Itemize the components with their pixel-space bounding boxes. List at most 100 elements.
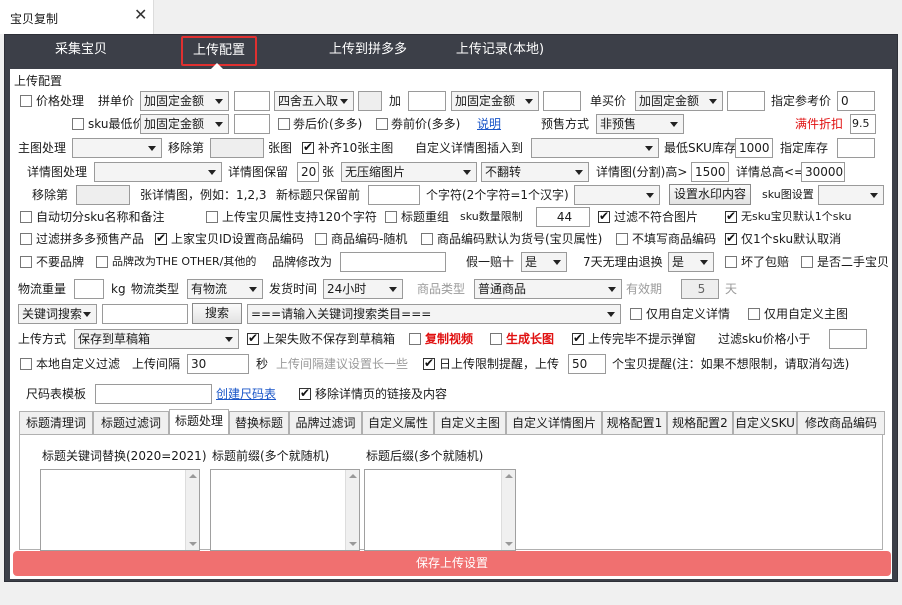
broken-checkbox[interactable] [725,256,737,268]
coupon-price-checkbox[interactable] [376,118,388,130]
rounding-select[interactable]: 四舍五入取 [274,91,354,111]
goods-type-select[interactable]: 普通商品 [474,279,622,299]
tab-custom-main[interactable]: 自定义主图 [434,411,506,435]
nav-upload-config[interactable]: 上传配置 [181,36,257,66]
fill10-checkbox[interactable] [302,140,314,154]
detail-keep-input[interactable]: 20 [297,162,319,182]
filter-presale-checkbox[interactable] [20,233,32,245]
stock-input[interactable] [837,138,875,158]
upload-mode-select[interactable]: 保存到草稿箱 [74,329,239,349]
code-default-checkbox[interactable] [421,233,433,245]
main-img-select[interactable] [72,138,162,158]
one-sku-cancel-checkbox[interactable] [725,231,737,245]
random-code-checkbox[interactable] [315,233,327,245]
min-sku-stock-input[interactable]: 1000 [735,138,773,158]
scrollbar[interactable] [501,470,515,550]
prefix-textarea[interactable] [210,469,360,551]
close-icon[interactable]: ✕ [134,7,147,23]
logistics-type-select[interactable]: 有物流 [187,279,263,299]
scrollbar[interactable] [345,470,359,550]
split-height-input[interactable]: 1500 [691,162,729,182]
fail-no-draft-checkbox[interactable] [247,331,259,345]
local-filter-checkbox[interactable] [20,358,32,370]
category-select[interactable]: ===请输入关键词搜索类目=== [247,304,621,324]
nav-collect[interactable]: 采集宝贝 [43,35,119,69]
second-hand-checkbox[interactable] [801,256,813,268]
sku-min-input[interactable] [234,114,270,134]
help-link[interactable]: 说明 [477,117,501,131]
plus-input[interactable] [408,91,446,111]
detail-remove-input[interactable] [76,185,130,205]
nav-upload-records[interactable]: 上传记录(本地) [445,35,555,69]
single-price-input[interactable] [234,91,270,111]
ref-price-input[interactable]: 0 [837,91,875,111]
use-id-code-checkbox[interactable] [155,231,167,245]
tab-edit-code[interactable]: 修改商品编码 [797,411,885,435]
suffix-textarea[interactable] [364,469,516,551]
remove-links-checkbox[interactable] [299,386,311,400]
tab-spec2[interactable]: 规格配置2 [667,411,733,435]
tab-custom-sku[interactable]: 自定义SKU [733,411,797,435]
tab-title-process[interactable]: 标题处理 [169,409,229,435]
unit-price-input[interactable] [727,91,765,111]
gen-long-checkbox[interactable] [490,333,502,345]
title-chars-select[interactable] [574,185,660,205]
interval-input[interactable]: 30 [187,354,249,374]
no-brand-checkbox[interactable] [20,256,32,268]
daily-limit-checkbox[interactable] [423,356,435,370]
custom-detail-select[interactable] [531,138,659,158]
no-popup-checkbox[interactable] [572,331,584,345]
no-code-checkbox[interactable] [616,233,628,245]
brand-change-input[interactable] [340,252,446,272]
flip-select[interactable]: 不翻转 [481,162,589,182]
brand-other-checkbox[interactable] [96,256,108,268]
auto-split-checkbox[interactable] [20,211,32,223]
ship-time-select[interactable]: 24小时 [323,279,403,299]
filter-img-checkbox[interactable] [598,209,610,223]
total-height-input[interactable]: 30000 [801,162,845,182]
save-upload-settings-button[interactable]: 保存上传设置 [13,551,891,576]
plus-mode-input[interactable] [543,91,581,111]
title-regroup-checkbox[interactable] [385,211,397,223]
nav-upload-pdd[interactable]: 上传到拼多多 [313,35,423,69]
keyword-replace-textarea[interactable] [40,469,200,551]
daily-limit-input[interactable]: 50 [568,354,606,374]
unit-price-mode-select[interactable]: 加固定金额 [635,91,723,111]
tab-custom-detail[interactable]: 自定义详情图片 [506,411,602,435]
watermark-button[interactable]: 设置水印内容 [669,184,751,205]
main-remove-input[interactable] [210,138,264,158]
scrollbar[interactable] [185,470,199,550]
tab-spec1[interactable]: 规格配置1 [602,411,667,435]
after-coupon-checkbox[interactable] [278,118,290,130]
keyword-input[interactable] [102,304,188,324]
custom-detail-only-checkbox[interactable] [630,308,642,320]
presale-select[interactable]: 非预售 [596,114,684,134]
discount-input[interactable]: 9.5 [850,114,876,134]
discount-label[interactable]: 满件折扣 [795,117,843,131]
copy-video-checkbox[interactable] [409,333,421,345]
rounding-input[interactable] [358,91,382,111]
create-size-link[interactable]: 创建尺码表 [216,387,276,401]
title-keep-input[interactable] [368,185,420,205]
tab-custom-attr[interactable]: 自定义属性 [362,411,434,435]
logistics-weight-input[interactable] [74,279,104,299]
search-button[interactable]: 搜索 [192,303,242,324]
sku-img-select[interactable] [818,185,884,205]
fake-ten-select[interactable]: 是 [521,252,567,272]
price-processing-checkbox[interactable] [20,95,32,107]
sku-min-mode-select[interactable]: 加固定金额 [140,114,229,134]
filter-sku-input[interactable] [829,329,867,349]
document-tab[interactable]: 宝贝复制 ✕ [0,0,154,34]
compress-select[interactable]: 无压缩图片 [341,162,477,182]
keyword-search-select[interactable]: 关键词搜索 [18,304,97,324]
size-template-input[interactable] [95,384,212,404]
tab-brand-filter[interactable]: 品牌过滤词 [289,411,362,435]
tab-replace-title[interactable]: 替换标题 [229,411,289,435]
tab-title-clean[interactable]: 标题清理词 [19,411,93,435]
single-price-mode-select[interactable]: 加固定金额 [140,91,229,111]
sku-limit-input[interactable]: 44 [536,207,590,227]
attr120-checkbox[interactable] [206,211,218,223]
plus-mode-select[interactable]: 加固定金额 [451,91,539,111]
seven-days-select[interactable]: 是 [668,252,714,272]
detail-img-select[interactable] [94,162,222,182]
